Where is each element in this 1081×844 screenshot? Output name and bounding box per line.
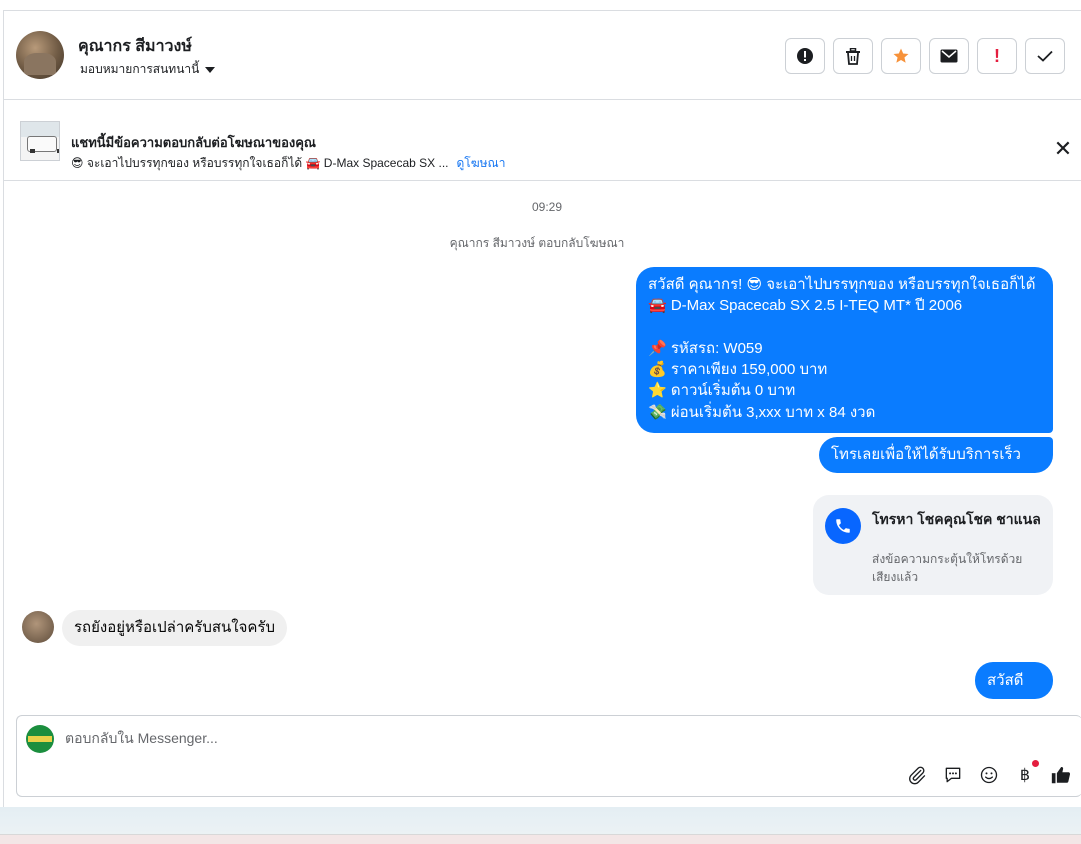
delete-button[interactable] (833, 38, 873, 74)
like-icon[interactable] (1050, 764, 1072, 786)
contact-name[interactable]: คุณากร สีมาวงษ์ (78, 34, 192, 59)
ad-snippet: 😎 จะเอาไปบรรทุกของ หรือบรรทุกใจเธอก็ได้ … (71, 156, 449, 170)
follow-up-button[interactable]: ! (977, 38, 1017, 74)
ad-banner-subline: 😎 จะเอาไปบรรทุกของ หรือบรรทุกใจเธอก็ได้ … (71, 154, 505, 173)
conversation-header: คุณากร สีมาวงษ์ มอบหมายการสนทนานี้ ! (4, 11, 1081, 100)
emoji-icon[interactable] (978, 764, 1000, 786)
check-icon (1037, 50, 1053, 62)
done-button[interactable] (1025, 38, 1065, 74)
trash-icon (846, 47, 860, 65)
assign-label: มอบหมายการสนทนานี้ (80, 62, 200, 76)
mark-unread-button[interactable] (929, 38, 969, 74)
message-line (648, 317, 1041, 338)
contact-avatar[interactable] (16, 31, 64, 79)
message-line: 💰 ราคาเพียง 159,000 บาท (648, 361, 828, 379)
header-actions: ! (785, 38, 1065, 74)
window-bottom-edge (0, 807, 1081, 844)
ad-reply-banner: แชทนี้มีข้อความตอบกลับต่อโฆษณาของคุณ 😎 จ… (4, 101, 1081, 181)
call-card-subtitle: ส่งข้อความกระตุ้นให้โทรด้วยเสียงแล้ว (872, 552, 1023, 584)
envelope-icon (940, 49, 958, 63)
incoming-message[interactable]: รถยังอยู่หรือเปล่าครับสนใจครับ (62, 610, 288, 646)
baht-glyph: ฿ (1019, 767, 1031, 784)
notification-dot (1032, 760, 1039, 767)
ad-thumbnail[interactable] (20, 121, 60, 161)
caret-down-icon (205, 66, 216, 73)
call-card-title: โทรหา โชคคุณโชค ชาแนล (872, 511, 1041, 527)
quick-reply-icon[interactable] (942, 764, 964, 786)
close-icon[interactable]: ✕ (1052, 138, 1074, 161)
call-request-card[interactable]: โทรหา โชคคุณโชค ชาแนล ส่งข้อความกระตุ้นใ… (813, 495, 1053, 595)
outgoing-ad-message[interactable]: สวัสดี คุณากร! 😎 จะเอาไปบรรทุกของ หรือบร… (636, 267, 1053, 433)
conversation-panel: คุณากร สีมาวงษ์ มอบหมายการสนทนานี้ ! แชท… (3, 10, 1081, 807)
message-line: ⭐ ดาวน์เริ่มต้น 0 บาท (648, 382, 796, 400)
message-line: สวัสดี คุณากร! 😎 จะเอาไปบรรทุกของ หรือบร… (648, 276, 1036, 293)
star-button[interactable] (881, 38, 921, 74)
exclamation-icon: ! (994, 45, 1000, 66)
attach-icon[interactable] (906, 764, 928, 786)
phone-icon (825, 508, 861, 544)
report-icon (797, 48, 813, 64)
report-button[interactable] (785, 38, 825, 74)
system-message: คุณากร สีมาวงษ์ ตอบกลับโฆษณา (449, 236, 625, 250)
message-line: 📌 รหัสรถ: W059 (648, 339, 763, 357)
reply-input[interactable] (65, 730, 665, 746)
outgoing-reply[interactable]: สวัสดีคะ (975, 662, 1053, 726)
message-composer: ฿ (16, 715, 1081, 797)
ad-banner-title: แชทนี้มีข้อความตอบกลับต่อโฆษณาของคุณ (71, 135, 316, 150)
message-line: 💸 ผ่อนเริ่มต้น 3,xxx บาท x 84 งวด (648, 403, 876, 421)
payment-icon[interactable]: ฿ (1014, 760, 1039, 786)
composer-tools: ฿ (906, 760, 1072, 786)
outgoing-call-prompt[interactable]: โทรเลยเพื่อให้ได้รับบริการเร็วขึ้น (819, 437, 1053, 499)
view-ad-link[interactable]: ดูโฆษณา (457, 154, 506, 173)
message-line: 🚘 D-Max Spacecab SX 2.5 I-TEQ MT* ปี 200… (648, 297, 963, 315)
star-icon (893, 48, 909, 63)
contact-avatar-small[interactable] (22, 611, 54, 643)
assign-conversation-dropdown[interactable]: มอบหมายการสนทนานี้ (80, 60, 216, 79)
page-avatar (26, 725, 54, 753)
message-timestamp: 09:29 (531, 200, 563, 214)
